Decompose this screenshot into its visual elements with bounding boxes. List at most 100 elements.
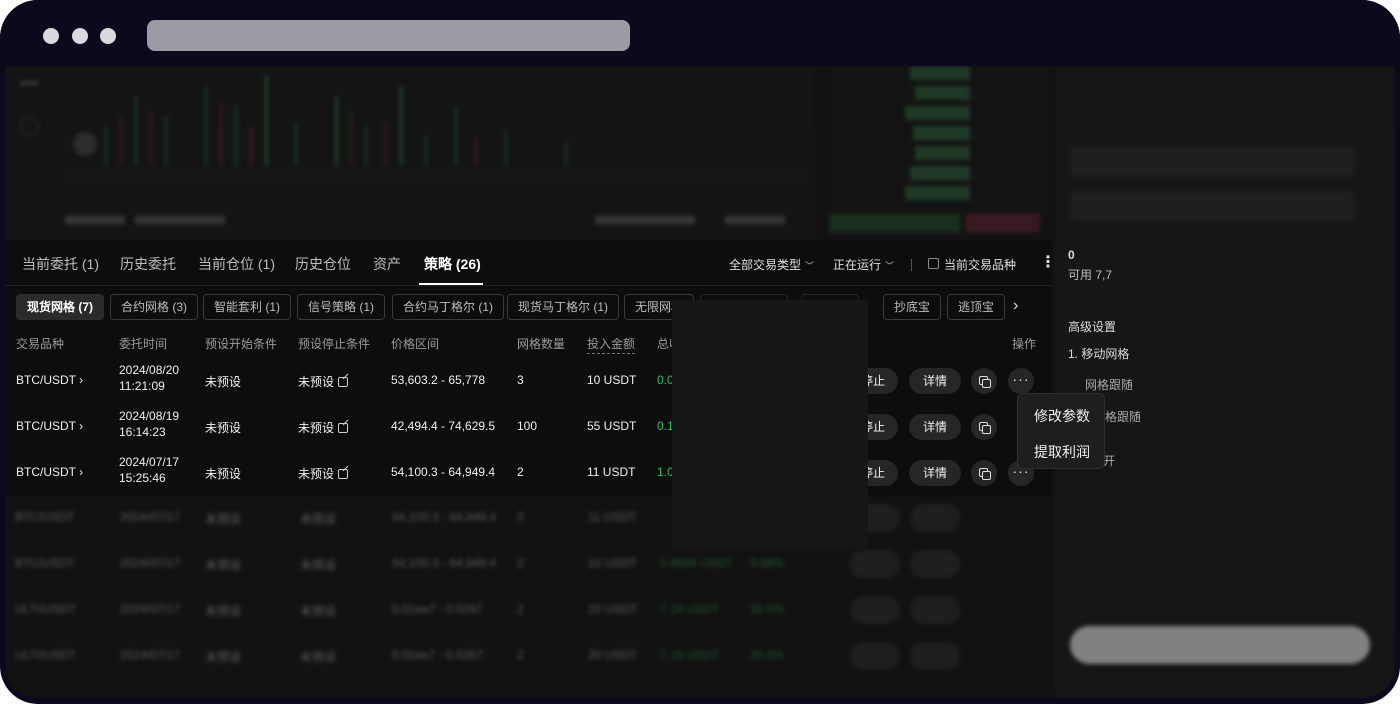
chip-futures-martingale[interactable]: 合约马丁格尔 (1) [392,294,505,320]
active-tab-indicator [419,283,483,285]
occluding-overlay [672,300,868,549]
edit-icon[interactable] [338,377,349,387]
advanced-settings-label[interactable]: 高级设置 [1068,318,1116,335]
status-label: 正在运行 [833,258,882,272]
tab-assets[interactable]: 资产 [373,254,401,274]
grid-follow-down-label: 格跟随 [1105,410,1142,424]
pair-name: BTC/USDT [16,373,76,387]
grid-count: 100 [517,419,538,433]
window-dot [72,28,88,44]
stop-condition-value: 未预设 [298,375,335,389]
invest-amount: 55 USDT [587,419,637,433]
order-time: 11:21:09 [119,379,165,393]
start-condition: 未预设 [205,467,242,481]
order-time: 15:25:46 [119,471,166,485]
start-condition: 未预设 [205,375,242,389]
invest-amount: 11 USDT [587,465,636,479]
app-window: BTC/USDT 2024/07/17 未预设 未预设 54,100.3 - 64,94… [0,0,1400,704]
price-range: 54,100.3 - 64,949.4 [391,465,496,479]
chevron-right-icon[interactable]: › [1013,297,1018,315]
copy-button[interactable] [971,414,997,440]
orders-tabs: 当前委托 (1) 历史委托 当前仓位 (1) 历史仓位 资产 策略 (26) 全… [5,240,1056,286]
address-bar[interactable] [147,20,630,51]
col-invest: 投入金额 [587,335,636,354]
details-button[interactable]: 详情 [909,460,961,486]
amount-value: 0 [1068,248,1075,262]
chip-futures-grid[interactable]: 合约网格 (3) [110,294,199,320]
details-button[interactable]: 详情 [909,414,961,440]
browser-titlebar [0,0,1400,66]
pair-name: BTC/USDT [16,465,76,479]
order-time: 16:14:23 [119,425,166,439]
col-time: 委托时间 [119,337,168,351]
window-dot [100,28,116,44]
page-viewport: BTC/USDT 2024/07/17 未预设 未预设 54,100.3 - 64,94… [5,66,1395,698]
copy-button[interactable] [971,460,997,486]
menu-withdraw-profit[interactable]: 提取利润 [1034,442,1090,462]
grid-count: 3 [517,373,524,387]
more-icon: ··· [1012,371,1030,387]
chevron-right-icon: › [79,465,84,479]
menu-edit-params[interactable]: 修改参数 [1034,406,1090,426]
col-range: 价格区间 [391,337,440,351]
col-grids: 网格数量 [517,337,566,351]
col-start: 预设开始条件 [205,337,278,351]
row-actions-menu: 修改参数 提取利润 [1017,393,1105,469]
price-range: 42,494.4 - 74,629.5 [391,419,496,433]
pair-link[interactable]: BTC/USDT › [16,373,83,387]
stop-condition[interactable]: 未预设 [298,373,349,390]
chip-spot-grid[interactable]: 现货网格 (7) [16,294,105,320]
edit-icon[interactable] [338,423,349,433]
trade-type-dropdown[interactable]: 全部交易类型 ﹀ [729,256,814,273]
col-pair: 交易品种 [16,337,65,351]
copy-icon [979,422,991,434]
copy-icon [979,468,991,480]
stop-condition-value: 未预设 [298,421,335,435]
chip-arbitrage[interactable]: 智能套利 (1) [203,294,292,320]
copy-icon [979,376,991,388]
order-date: 2024/08/19 [119,409,180,423]
details-button[interactable]: 详情 [909,368,961,394]
more-options-icon[interactable]: ⋮ [1040,252,1056,272]
price-chart [5,66,815,240]
order-date: 2024/08/20 [119,363,180,377]
pair-link[interactable]: BTC/USDT › [16,419,83,433]
tab-positions[interactable]: 当前仓位 (1) [198,254,275,274]
invest-amount: 10 USDT [587,373,637,387]
available-balance: 可用 7,7 [1068,268,1113,282]
divider [911,259,912,271]
tab-order-history[interactable]: 历史委托 [120,254,176,274]
chip-top-sell[interactable]: 逃顶宝 [947,294,1006,320]
edit-icon[interactable] [338,469,349,479]
chip-bottom-buy[interactable]: 抄底宝 [883,294,942,320]
orders-panel: 当前委托 (1) 历史委托 当前仓位 (1) 历史仓位 资产 策略 (26) 全… [5,240,1056,496]
trailing-grid-label: 1. 移动网格 [1068,347,1130,361]
tab-position-history[interactable]: 历史仓位 [295,254,351,274]
table-row: BTC/USDT › 2024/07/17 15:25:46 未预设 未预设 5… [5,450,1052,496]
stop-condition[interactable]: 未预设 [298,465,349,482]
price-range: 53,603.2 - 65,778 [391,373,486,387]
tab-strategies[interactable]: 策略 (26) [424,254,481,274]
tab-open-orders[interactable]: 当前委托 (1) [22,254,99,274]
chevron-down-icon: ﹀ [805,261,815,271]
trade-type-label: 全部交易类型 [729,258,802,272]
table-row: BTC/USDT › 2024/08/19 16:14:23 未预设 未预设 4… [5,404,1052,450]
chevron-right-icon: › [79,419,84,433]
current-pair-checkbox[interactable] [928,258,939,269]
pair-link[interactable]: BTC/USDT › [16,465,83,479]
grid-follow-up-label: 网格跟随 [1085,378,1134,392]
stop-condition[interactable]: 未预设 [298,419,349,436]
status-dropdown[interactable]: 正在运行 ﹀ [833,256,894,273]
start-condition: 未预设 [205,421,242,435]
current-pair-label: 当前交易品种 [944,258,1017,272]
chevron-down-icon: ﹀ [885,261,895,271]
chip-spot-martingale[interactable]: 现货马丁格尔 (1) [507,294,620,320]
more-button[interactable]: ··· [1008,368,1034,394]
copy-button[interactable] [971,368,997,394]
col-stop: 预设停止条件 [298,337,371,351]
chip-signal[interactable]: 信号策略 (1) [297,294,386,320]
chevron-right-icon: › [79,373,84,387]
strategy-rows-background: BTC/USDT 2024/07/17 未预设 未预设 54,100.3 - 64,94… [5,496,1050,698]
order-book [825,66,1055,240]
grid-count: 2 [517,465,524,479]
